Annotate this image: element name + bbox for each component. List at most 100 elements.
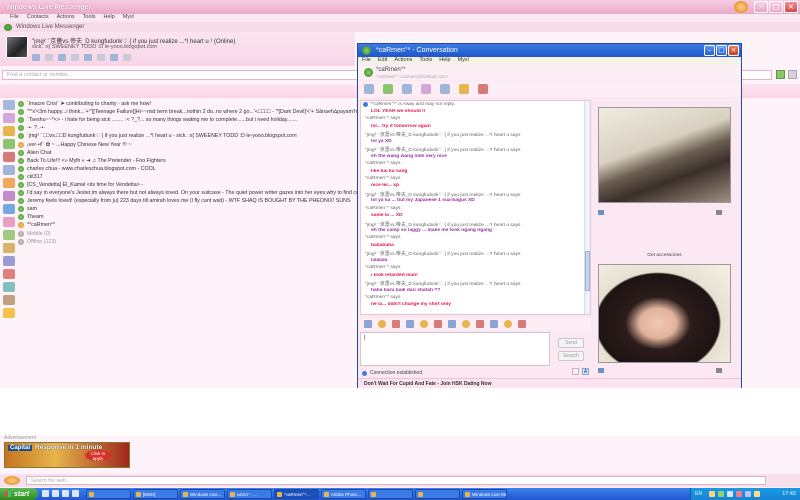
handwriting-icon[interactable]: [504, 320, 512, 328]
rail-icon-1[interactable]: [3, 100, 15, 110]
rail-icon-2[interactable]: [3, 113, 15, 123]
rail-icon-7[interactable]: [3, 178, 15, 188]
taskbar-button[interactable]: Adobe Photo...: [321, 489, 366, 499]
rail-icon-4[interactable]: [3, 139, 15, 149]
conv-menu-edit[interactable]: Edit: [378, 57, 387, 65]
contact-item[interactable]: Back To Life!!! <» Mylh « ➜ ♫ The Preten…: [18, 157, 358, 165]
menu-actions[interactable]: Actions: [57, 14, 75, 22]
color-icon[interactable]: [476, 320, 484, 328]
video-icon[interactable]: [402, 84, 412, 94]
music-icon[interactable]: [97, 54, 105, 61]
ink-icon[interactable]: [448, 320, 456, 328]
ad-cta-button[interactable]: Click to apply: [85, 450, 111, 461]
wink-icon[interactable]: [378, 320, 386, 328]
start-button[interactable]: start: [0, 488, 38, 500]
web-search-input[interactable]: Search the web...: [26, 476, 766, 485]
activities-icon[interactable]: [459, 84, 469, 94]
contact-item[interactable]: Alien Chat: [18, 149, 358, 157]
conv-menu-mys[interactable]: Mys!: [458, 57, 470, 65]
rail-icon-13[interactable]: [3, 256, 15, 266]
news-icon[interactable]: [58, 54, 66, 61]
browser-icon[interactable]: [52, 490, 59, 497]
send-button[interactable]: Send: [558, 338, 584, 348]
conv-menu-actions[interactable]: Actions: [394, 57, 412, 65]
tray-messenger-icon[interactable]: [709, 491, 715, 497]
rail-icon-15[interactable]: [3, 282, 15, 292]
font-icon[interactable]: [420, 320, 428, 328]
link-icon[interactable]: [490, 320, 498, 328]
games-icon[interactable]: [84, 54, 92, 61]
main-titlebar[interactable]: Windows Live Messenger: [0, 0, 800, 14]
rail-icon-12[interactable]: [3, 243, 15, 253]
webcam-settings-icon[interactable]: [716, 210, 722, 215]
taskbar-button[interactable]: Windows Live...: [180, 489, 225, 499]
menu-contacts[interactable]: Contacts: [27, 14, 49, 22]
chat-history[interactable]: "*caRmen°*" is Away and may not reply. L…: [360, 100, 591, 315]
taskbar-button[interactable]: Windows Live Me...: [462, 489, 507, 499]
taskbar-button[interactable]: [86, 489, 131, 499]
rail-icon-5[interactable]: [3, 152, 15, 162]
taskbar-button[interactable]: [368, 489, 413, 499]
media-player-icon[interactable]: [62, 490, 69, 497]
show-desktop-icon[interactable]: [42, 490, 49, 497]
maximize-button[interactable]: □: [769, 1, 783, 13]
contacts-icon[interactable]: [71, 54, 79, 61]
language-indicator[interactable]: EN: [695, 491, 702, 497]
contact-item[interactable]: charles chua - www.charleschua.blogspot.…: [18, 165, 358, 173]
avatar[interactable]: [6, 36, 28, 58]
contact-item[interactable]: Offline (123): [18, 238, 358, 246]
menu-tools[interactable]: Tools: [83, 14, 96, 22]
rail-icon-8[interactable]: [3, 191, 15, 201]
rail-icon-6[interactable]: [3, 165, 15, 175]
tray-volume-icon[interactable]: [727, 491, 733, 497]
ad-banner[interactable]: Capital Response in 1 minute Click to ap…: [4, 442, 130, 468]
contact-item[interactable]: Jeremy feels loved! (especially from ju)…: [18, 197, 358, 205]
add-contact-button[interactable]: [776, 70, 785, 79]
call-icon[interactable]: [421, 84, 431, 94]
contact-item[interactable]: "^'x'<3m happy...i think...'+°'[[Teenage…: [18, 108, 358, 116]
taskbar-button[interactable]: ЬΟοΥ - ...: [227, 489, 272, 499]
mail-icon[interactable]: [32, 54, 40, 61]
share-folders-icon[interactable]: [440, 84, 450, 94]
menu-file[interactable]: File: [10, 14, 19, 22]
conv-menu-tools[interactable]: Tools: [419, 57, 432, 65]
voice-clip-icon[interactable]: [406, 320, 414, 328]
taskbar-button[interactable]: [415, 489, 460, 499]
contact-item[interactable]: I'd say in everyone's Jester,im always t…: [18, 189, 358, 197]
get-accessories-link[interactable]: Get accessories: [598, 253, 731, 258]
rail-icon-11[interactable]: [3, 230, 15, 240]
handwriting-mode-button[interactable]: [572, 368, 579, 375]
messenger-quicklaunch-icon[interactable]: [72, 490, 79, 497]
conv-menu-file[interactable]: File: [362, 57, 371, 65]
rail-icon-9[interactable]: [3, 204, 15, 214]
close-button[interactable]: ×: [784, 1, 798, 13]
games-icon[interactable]: [478, 84, 488, 94]
contact-item[interactable]: Theam: [18, 213, 358, 221]
tray-app-icon[interactable]: [745, 491, 751, 497]
menu-mys[interactable]: Mys!: [123, 14, 135, 22]
contact-item[interactable]: Mobile (0): [18, 230, 358, 238]
chat-scrollbar-thumb[interactable]: [585, 251, 590, 291]
chat-scrollbar[interactable]: [584, 101, 590, 314]
edit-icon[interactable]: [110, 54, 118, 61]
search-button[interactable]: Search: [558, 351, 584, 361]
taskbar-button[interactable]: *caRmen°*...: [274, 489, 319, 499]
nudge-icon[interactable]: [392, 320, 400, 328]
options-icon[interactable]: [518, 320, 526, 328]
personal-message[interactable]: sick. :x[ SWEENEY TODD :D le-yooo.blogsp…: [32, 44, 157, 50]
rail-icon-17[interactable]: [3, 308, 15, 318]
contact-item[interactable]: ·•· ? .·•·: [18, 124, 358, 132]
contact-item[interactable]: sam: [18, 205, 358, 213]
more-icon[interactable]: [462, 320, 470, 328]
emoticon-icon[interactable]: [364, 320, 372, 328]
webcam-icon[interactable]: [598, 210, 604, 215]
my-webcam-settings-icon[interactable]: [716, 368, 722, 373]
conv-minimize-button[interactable]: –: [704, 45, 715, 56]
conversation-titlebar[interactable]: *caRmen°* - Conversation: [358, 44, 741, 57]
rail-icon-3[interactable]: [3, 126, 15, 136]
contact-item[interactable]: *°caRmen°*: [18, 221, 358, 229]
menu-help[interactable]: Help: [103, 14, 114, 22]
tools-icon[interactable]: [123, 54, 131, 61]
rail-icon-14[interactable]: [3, 269, 15, 279]
sort-contacts-button[interactable]: [788, 70, 797, 79]
